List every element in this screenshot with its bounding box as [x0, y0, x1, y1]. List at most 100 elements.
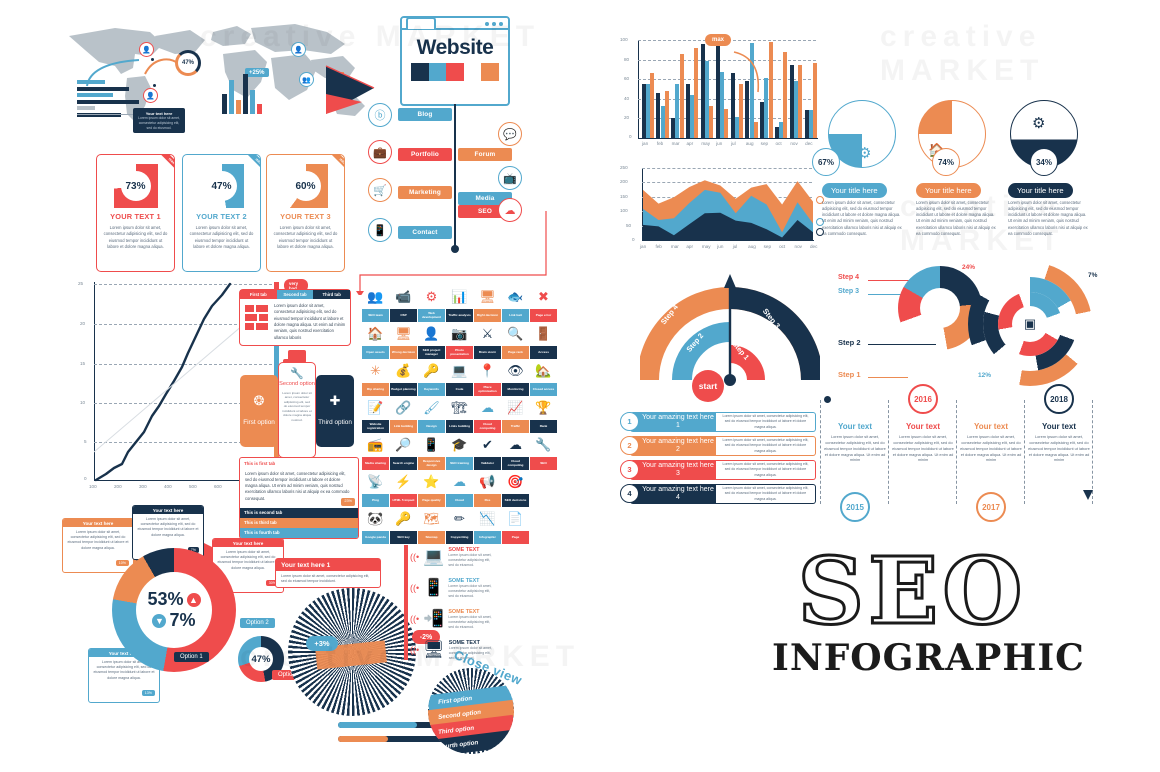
percent-card-2[interactable]: min 47% YOUR TEXT 2 Lorem ipsum dolor si…	[182, 154, 261, 272]
menu-item-marketing[interactable]: Marketing	[398, 186, 452, 199]
icon-grid-label[interactable]: SEO project manager	[418, 346, 445, 359]
icon-grid-label[interactable]: Search engine	[390, 457, 417, 470]
briefcase-icon[interactable]: 💼	[368, 140, 392, 164]
icon-grid-label-row[interactable]: Open assets Wrong decision SEO project man…	[362, 346, 562, 359]
accordion[interactable]: This is first tab Lorem ipsum dolor sit …	[239, 457, 359, 539]
icon-grid-label[interactable]: Right decision	[474, 309, 501, 322]
multi-ring-radial-chart[interactable]: ▣	[968, 262, 1092, 386]
icon-grid-label[interactable]: Budget planning	[390, 383, 417, 396]
device-row-tablet[interactable]: ((• 📱 SOME TEXT Lorem ipsum dolor sit am…	[410, 578, 494, 599]
option-label-2[interactable]: Option 2	[240, 618, 275, 628]
icon-grid-label-row[interactable]: Rip sharing Budget planning Keywords Code Pl…	[362, 383, 562, 396]
icon-grid-label[interactable]: Wrong decision	[390, 346, 417, 359]
tab-card[interactable]: First tab Second tab Third tab Lorem ips…	[239, 289, 351, 347]
icon-grid-label[interactable]: Responsive design	[418, 457, 445, 470]
icon-grid-label[interactable]: Ping	[362, 494, 389, 507]
menu-item-forum[interactable]: Forum	[458, 148, 512, 161]
icon-grid-label[interactable]: Keywords	[418, 383, 445, 396]
numbered-list[interactable]: 1 Your amazing text here 1 Lorem ipsum dol…	[620, 412, 820, 510]
timeline-column[interactable]: Your text Lorem ipsum dolor sit amet, con…	[1028, 422, 1090, 463]
icon-grid-label[interactable]: SEO training	[446, 457, 473, 470]
icon-grid-label[interactable]: Design	[418, 420, 445, 433]
icon-grid-label[interactable]: SEO key	[390, 531, 417, 544]
icon-grid-label[interactable]: Access	[530, 346, 557, 359]
icon-grid-label[interactable]: Cloud computing	[474, 420, 501, 433]
icon-grid-label[interactable]: Link bait	[502, 309, 529, 322]
timeline-year[interactable]: 2016	[908, 384, 938, 414]
icon-grid-label[interactable]: Web development	[418, 309, 445, 322]
blog-icon[interactable]: ⓑ	[368, 103, 392, 127]
icon-grid-label[interactable]: CSP	[390, 309, 417, 322]
timeline-year[interactable]: 2017	[976, 492, 1006, 522]
timeline-year[interactable]: 2018	[1044, 384, 1074, 414]
map-pin-user-sa[interactable]: 👤	[143, 88, 158, 103]
percent-card-1[interactable]: max 73% YOUR TEXT 1 Lorem ipsum dolor si…	[96, 154, 175, 272]
icon-grid-label[interactable]: Place optimisation	[474, 383, 501, 396]
icon-grid-label[interactable]: Closed access	[530, 383, 557, 396]
icon-grid-label[interactable]: Validator	[474, 457, 501, 470]
timeline-column[interactable]: Your text Lorem ipsum dolor sit amet, con…	[892, 422, 954, 463]
timeline-column[interactable]: Your text Lorem ipsum dolor sit amet, con…	[824, 422, 886, 463]
icon-grid-label-row[interactable]: Website registration Link building Design L…	[362, 420, 562, 433]
timeline-column[interactable]: Your text Lorem ipsum dolor sit amet, con…	[960, 422, 1022, 463]
icon-grid-label[interactable]: Rip sharing	[362, 383, 389, 396]
icon-grid-label[interactable]: Google panda	[362, 531, 389, 544]
icon-grid-label[interactable]: Media sharing	[362, 457, 389, 470]
icon-grid-label-row[interactable]: Google panda SEO key Sitemap Copywriting Inf…	[362, 531, 562, 544]
icon-grid[interactable]: 👥 📹 ⚙ 📊 🖥 🐟 ✖ SEO team CSP Web development Traffic…	[362, 286, 562, 544]
option-label-1[interactable]: Option 1	[174, 652, 209, 662]
tv-icon[interactable]: 📺	[498, 166, 522, 190]
tab-third[interactable]: Third tab	[313, 290, 351, 299]
icon-grid-label[interactable]: Code	[446, 383, 473, 396]
icon-grid-label[interactable]: Sitemap	[418, 531, 445, 544]
icon-grid-label[interactable]: Open assets	[362, 346, 389, 359]
icon-grid-label[interactable]: SEO	[530, 457, 557, 470]
icon-grid-label[interactable]: Rss	[474, 494, 501, 507]
icon-grid-label[interactable]: Monitoring	[502, 383, 529, 396]
menu-item-portfolio[interactable]: Portfolio	[398, 148, 452, 161]
option-panel-second[interactable]: 🔧 Second option Lorem ipsum dolor sit am…	[278, 362, 316, 458]
icon-grid-label[interactable]: Traffic	[502, 420, 529, 433]
numbered-list-row[interactable]: 1 Your amazing text here 1 Lorem ipsum dol…	[620, 412, 816, 432]
forum-icon[interactable]: 💬	[498, 122, 522, 146]
icon-grid-label[interactable]: Photo presentation	[446, 346, 473, 359]
option-panel-third[interactable]: ✚ Third option	[316, 375, 354, 447]
percent-card-3[interactable]: mid 60% YOUR TEXT 3 Lorem ipsum dolor si…	[266, 154, 345, 272]
icon-grid-label[interactable]: Traffic analysis	[446, 309, 473, 322]
icon-grid-label[interactable]: Brain storm	[474, 346, 501, 359]
icon-grid-label[interactable]: Page rank	[502, 346, 529, 359]
accordion-item-4-header[interactable]: This is fourth tab	[240, 527, 358, 538]
icon-grid-label[interactable]: Page error	[530, 309, 557, 322]
timeline-year[interactable]: 2015	[840, 492, 870, 522]
tab-first[interactable]: First tab	[240, 290, 277, 299]
numbered-list-row[interactable]: 4 Your amazing text here 4 Lorem ipsum dol…	[620, 484, 816, 504]
icon-grid-label[interactable]: Page quality	[418, 494, 445, 507]
accordion-item-3-header[interactable]: This is third tab	[240, 517, 358, 528]
icon-grid-label[interactable]: Links building	[446, 420, 473, 433]
icon-grid-label[interactable]: Cloud	[446, 494, 473, 507]
numbered-list-row[interactable]: 2 Your amazing text here 2 Lorem ipsum dol…	[620, 436, 816, 456]
step-arc-diagram[interactable]: Step 4 Step 3 Step 2 Step 1 start	[637, 268, 823, 402]
numbered-list-row[interactable]: 3 Your amazing text here 3 Lorem ipsum dol…	[620, 460, 816, 480]
start-button[interactable]: start	[692, 370, 724, 402]
icon-grid-label[interactable]: Link building	[390, 420, 417, 433]
accordion-item-2-header[interactable]: This is second tab	[240, 507, 358, 518]
device-row-phone[interactable]: ((• 📲 SOME TEXT Lorem ipsum dolor sit am…	[410, 609, 494, 630]
tab-card-headers[interactable]: First tab Second tab Third tab	[240, 290, 351, 299]
device-row-laptop[interactable]: ((• 💻 SOME TEXT Lorem ipsum dolor sit am…	[410, 547, 494, 568]
map-pin-user-na[interactable]: 👤	[139, 42, 154, 57]
accordion-item-1-header[interactable]: This is first tab	[240, 458, 358, 468]
icon-grid-label[interactable]: Page	[502, 531, 529, 544]
map-pin-group-af[interactable]: 👥	[299, 72, 314, 87]
cart-icon[interactable]: 🛒	[368, 178, 392, 202]
icon-grid-label[interactable]: Cloud computing	[502, 457, 529, 470]
icon-grid-label[interactable]: Infographic	[474, 531, 501, 544]
icon-grid-label[interactable]: Rank	[530, 420, 557, 433]
icon-grid-label[interactable]: HTML 5 impact	[390, 494, 417, 507]
icon-grid-label[interactable]: SEO team	[362, 309, 389, 322]
timeline[interactable]: Your text Lorem ipsum dolor sit amet, con…	[820, 384, 1104, 522]
icon-grid-label[interactable]: SEO decisions	[502, 494, 529, 507]
icon-grid-label-row[interactable]: Ping HTML 5 impact Page quality Cloud Rss SEO…	[362, 494, 562, 507]
option-panel-first[interactable]: ❂ First option	[240, 375, 278, 447]
icon-grid-label[interactable]: Copywriting	[446, 531, 473, 544]
